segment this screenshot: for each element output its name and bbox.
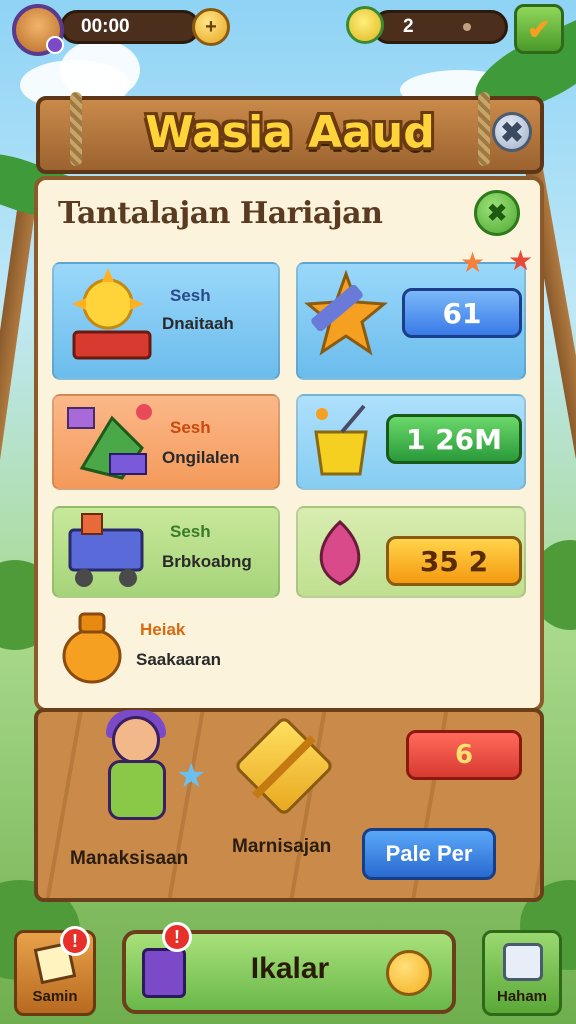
character-illustration: ★: [84, 710, 206, 840]
toy-cart-icon: [68, 513, 144, 587]
honey-pot-icon: [314, 404, 368, 476]
palm-tree: [0, 200, 37, 520]
character-label: Manaksisaan: [70, 848, 189, 869]
reward-value-2: 1 26M: [405, 422, 503, 456]
nav-main-label: Ikalar: [250, 952, 330, 985]
currency-counter: 2: [372, 10, 508, 44]
badge-text: !: [174, 926, 180, 947]
star-medal-icon: [304, 270, 388, 356]
window-title: Wasia Aaud: [145, 107, 435, 158]
card-2-subtitle: Ongilalen: [162, 448, 240, 467]
counter-dot-icon: [463, 23, 471, 31]
card-4-subtitle: Saakaaran: [136, 650, 222, 669]
storage-icon: [503, 943, 543, 981]
claim-button-label: Pale Per: [385, 841, 473, 866]
star-sparkle-icon: ★: [508, 245, 534, 276]
ok-icon: ✖: [486, 199, 508, 227]
blocks-toy-icon: [67, 404, 152, 480]
pumpkin-bag-icon: [62, 612, 122, 684]
close-icon: ✖: [500, 116, 524, 148]
level-gem-icon: [46, 36, 64, 54]
claim-button[interactable]: Pale Per: [362, 828, 496, 880]
timer-text: 00:00: [81, 16, 130, 37]
star-sparkle-icon: ★: [460, 247, 486, 278]
blue-star-icon: ★: [176, 757, 207, 795]
pink-gem-icon: [319, 519, 361, 586]
reward-value-3: 35 2: [419, 544, 489, 578]
mascot-icon: [346, 6, 384, 44]
plus-icon: +: [205, 15, 217, 38]
nav-right-label: Haham: [496, 988, 548, 1005]
character-body: [108, 760, 166, 820]
chick-icon: [386, 950, 432, 996]
reward-pill-1: 61: [402, 288, 522, 338]
counter-value: 2: [403, 16, 414, 37]
timer-display: 00:00: [60, 10, 200, 44]
notification-badge: !: [60, 926, 90, 956]
gift-label: Marnisajan: [232, 836, 332, 857]
nav-left-label: Samin: [32, 988, 78, 1005]
confirm-button[interactable]: ✔: [514, 4, 564, 54]
close-button[interactable]: ✖: [492, 112, 532, 152]
reward-pill-3: 35 2: [386, 536, 522, 586]
card-3-title: Sesh: [170, 522, 211, 541]
character-head: [112, 716, 160, 764]
reward-value-1: 61: [442, 296, 482, 330]
card-3-subtitle: Brbkoabng: [162, 552, 252, 571]
card-2-title: Sesh: [170, 418, 211, 437]
ticket-value: 6: [454, 740, 474, 770]
panel-title: Tantalajan Hariajan: [58, 196, 383, 231]
reward-pill-2: 1 26M: [386, 414, 522, 464]
player-avatar[interactable]: [12, 4, 64, 56]
card-1-subtitle: Dnaitaah: [162, 314, 234, 333]
badge-text: !: [72, 930, 78, 951]
card-1-title: Sesh: [170, 286, 211, 305]
check-icon: ✔: [527, 13, 551, 45]
panel-ok-button[interactable]: ✖: [474, 190, 520, 236]
ticket-counter: 6: [406, 730, 522, 780]
card-4-title: Heiak: [140, 620, 186, 639]
challenge-card-2[interactable]: [52, 394, 280, 490]
book-icon: [142, 948, 186, 998]
sun-chest-icon: [72, 268, 152, 360]
add-time-button[interactable]: +: [192, 8, 230, 46]
top-hud: 00:00 + 2 ✔: [0, 0, 576, 56]
notification-badge: !: [162, 922, 192, 952]
